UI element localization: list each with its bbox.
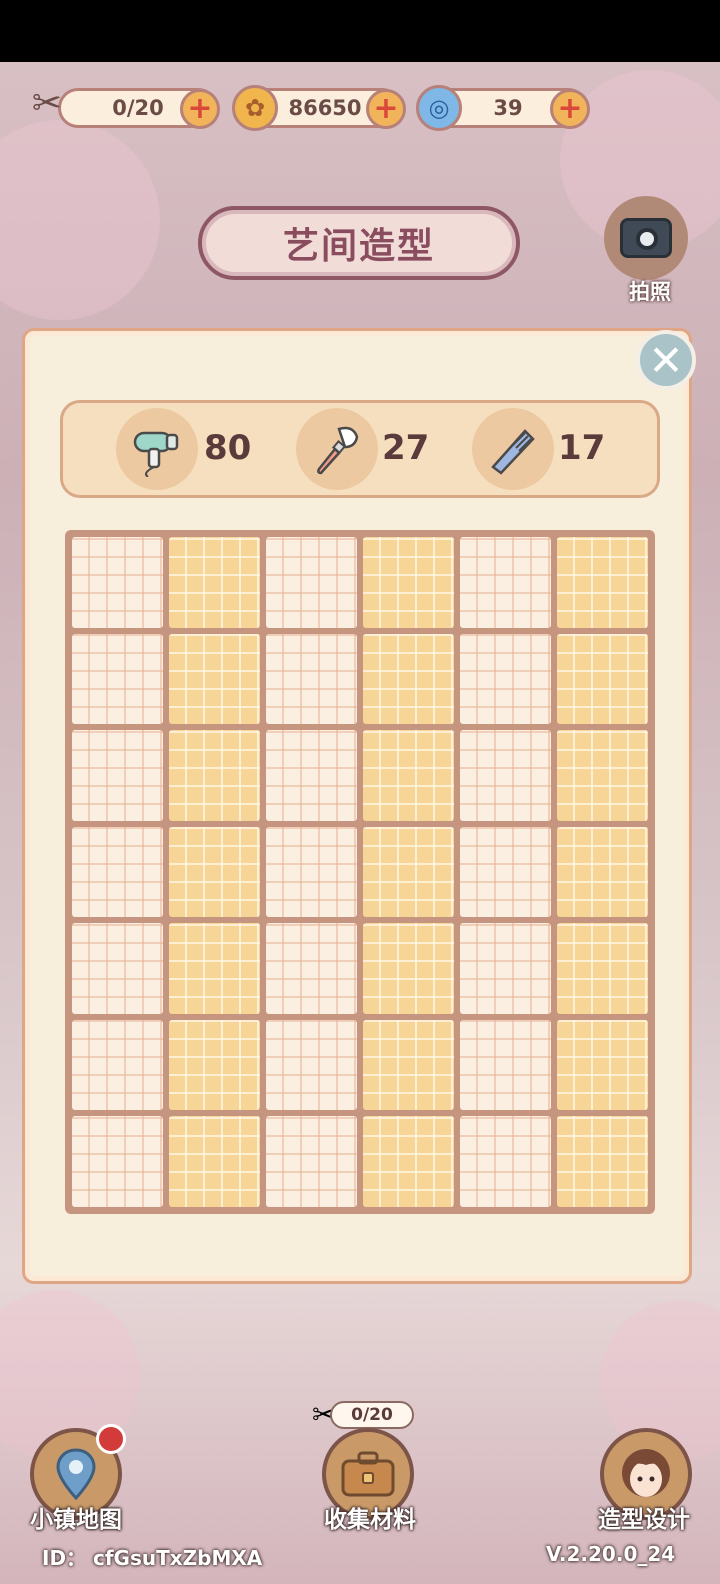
grid-cell[interactable] [460,826,551,918]
map-pin-icon [56,1448,96,1501]
grid-cell[interactable] [72,537,163,628]
add-scissors-button[interactable]: + [180,89,220,129]
page-title: 艺间造型 [282,226,435,267]
makeup-brush-icon [296,408,378,490]
makeup-brush-count: 27 [382,428,430,468]
comb-icon [472,408,554,490]
scissors-icon: ✂ [31,82,63,124]
camera-button[interactable] [604,196,688,280]
grid-cell[interactable] [363,730,454,821]
grid-cell[interactable] [72,826,163,918]
grid-cell[interactable] [460,1116,551,1207]
grid-cell[interactable] [266,537,357,628]
grid-cell[interactable] [266,1116,357,1207]
grid-cell[interactable] [266,1019,357,1111]
grid-cell[interactable] [72,1019,163,1111]
swirl-count: 39 [493,96,523,120]
comb-svg [491,429,535,475]
grid-cell[interactable] [460,730,551,821]
grid-cell[interactable] [266,923,357,1014]
background-blossom [0,120,160,320]
grid-cell[interactable] [363,1116,454,1207]
swirl-icon: ◎ [416,85,462,131]
user-id: ID： cfGsuTxZbMXA [42,1546,263,1570]
grid-cell[interactable] [363,923,454,1014]
status-bar [0,0,720,62]
coins-count: 86650 [288,96,362,120]
collect-counter: 0/20 [330,1401,414,1429]
makeup-brush-svg [317,426,359,475]
grid-cell[interactable] [169,730,260,821]
grid-cell[interactable] [169,537,260,628]
grid-cell[interactable] [557,537,648,628]
grid-cell[interactable] [266,633,357,725]
camera-label: 拍照 [629,280,671,304]
add-swirl-button[interactable]: + [550,89,590,129]
camera-lens [636,228,658,250]
grid-cell[interactable] [557,633,648,725]
grid-cell[interactable] [460,1019,551,1111]
grid-cell[interactable] [169,826,260,918]
close-button[interactable]: ✕ [636,330,696,390]
coin-icon: ✿ [232,85,278,131]
add-coins-button[interactable]: + [366,89,406,129]
camera-icon [620,218,672,258]
notification-badge [96,1424,126,1454]
grid-cell[interactable] [266,826,357,918]
grid-cell[interactable] [169,1019,260,1111]
grid-cell[interactable] [169,633,260,725]
styling-grid [65,530,655,1214]
grid-cell[interactable] [363,1019,454,1111]
title-banner: 艺间造型 [198,206,520,280]
grid-cell[interactable] [363,826,454,918]
grid-cell[interactable] [460,537,551,628]
grid-cell[interactable] [72,1116,163,1207]
grid-cell[interactable] [557,1116,648,1207]
hair-dryer-count: 80 [204,428,252,468]
hair-dryer-svg [133,431,179,477]
grid-cell[interactable] [169,923,260,1014]
grid-cell[interactable] [363,633,454,725]
grid-cell[interactable] [72,633,163,725]
scissors-count: 0/20 [112,96,164,120]
grid-cell[interactable] [557,826,648,918]
grid-cell[interactable] [266,730,357,821]
suitcase-icon [341,1451,395,1497]
hair-dryer-icon [116,408,198,490]
comb-count: 17 [558,428,606,468]
style-design-label: 造型设计 [598,1507,690,1533]
grid-cell[interactable] [557,730,648,821]
town-map-label: 小镇地图 [30,1507,122,1533]
grid-cell[interactable] [72,730,163,821]
avatar-icon [622,1449,670,1497]
grid-cell[interactable] [72,923,163,1014]
grid-cell[interactable] [460,633,551,725]
grid-cell[interactable] [557,923,648,1014]
grid-cell[interactable] [460,923,551,1014]
collect-materials-label: 收集材料 [324,1507,416,1533]
grid-cell[interactable] [169,1116,260,1207]
version-label: V.2.20.0_24 [546,1542,676,1566]
grid-cell[interactable] [557,1019,648,1111]
grid-cell[interactable] [363,537,454,628]
